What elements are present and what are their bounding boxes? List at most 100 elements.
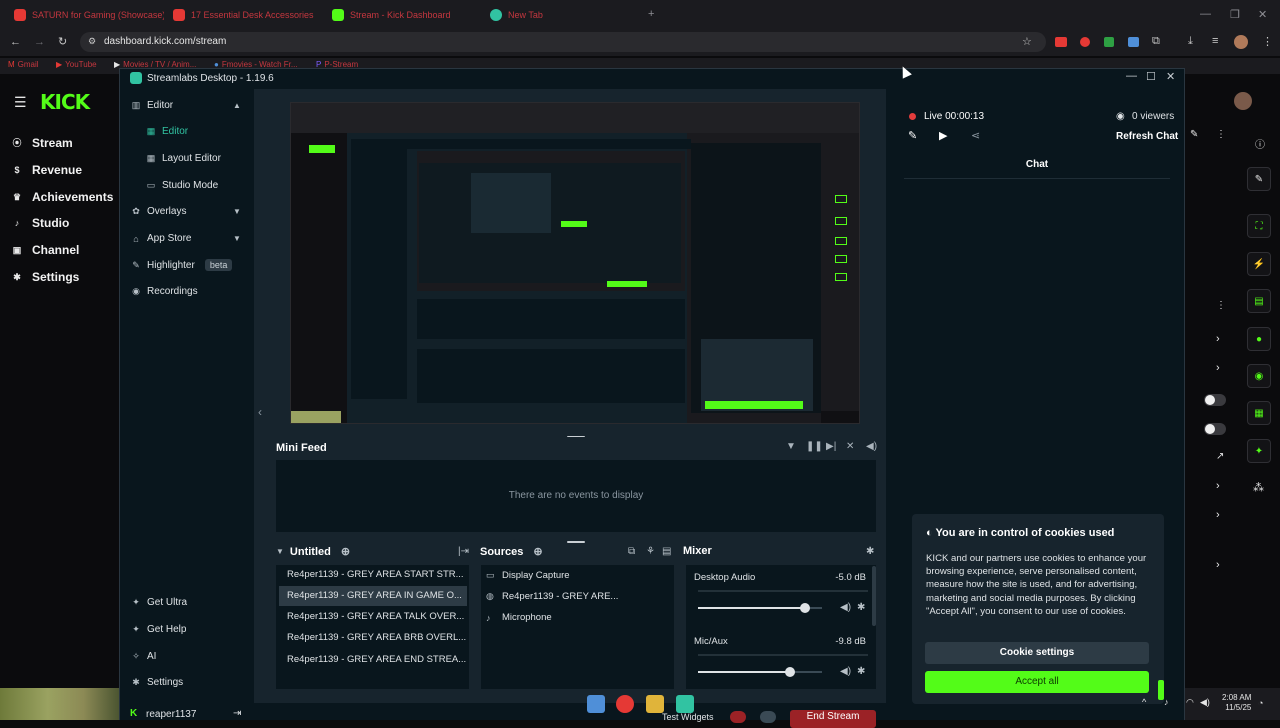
streamlabs-icon[interactable] [676,695,694,713]
gear-icon[interactable]: ✱ [857,602,865,613]
extension-icon[interactable] [1080,37,1090,47]
gear-icon[interactable]: ✱ [857,666,865,677]
group-icon[interactable]: ⚘ [646,546,655,557]
forward-icon[interactable]: → [34,36,45,48]
accept-all-button[interactable]: Accept all [925,671,1149,693]
kick-nav-settings[interactable]: ✱ Settings [12,270,79,284]
close-icon[interactable]: ✕ [1258,8,1267,21]
hamburger-icon[interactable]: ☰ [14,94,27,111]
broadcast-icon[interactable]: ◉ [1247,364,1271,388]
expand-icon[interactable]: ⛶ [1247,214,1271,238]
logout-icon[interactable]: ⇥ [233,708,241,719]
chevron-right-icon[interactable]: › [1216,559,1220,571]
scene-item[interactable]: Re4per1139 - GREY AREA TALK OVER... [279,607,467,627]
menu-icon[interactable]: ⋮ [1262,35,1273,48]
shield-icon[interactable] [1104,37,1114,47]
pencil-icon[interactable]: ✎ [1190,129,1198,140]
avatar[interactable] [1234,35,1248,49]
maximize-icon[interactable]: ❐ [1230,8,1240,21]
source-item[interactable]: ♪ Microphone [486,612,552,623]
kick-nav-studio[interactable]: ♪ Studio [12,216,70,230]
source-item[interactable]: ▭ Display Capture [486,570,570,581]
replay-button[interactable] [760,711,776,723]
refresh-chat-button[interactable]: Refresh Chat [1116,131,1178,142]
kick-logo[interactable]: KICK [40,90,90,114]
chart-icon[interactable]: ↗ [1216,451,1224,462]
nav-settings[interactable]: ✱ Settings [131,677,183,688]
resize-handle[interactable] [567,541,585,543]
minimize-icon[interactable]: — [1126,70,1137,82]
collapse-icon[interactable]: ▼ [276,547,284,556]
lightning-icon[interactable]: ⚡ [1247,252,1271,276]
browser-tab-4[interactable]: New Tab [490,6,630,24]
bookmark-gmail[interactable]: M Gmail [8,60,39,69]
info-icon[interactable]: ⓘ [1255,136,1265,151]
test-widgets-button[interactable]: Test Widgets [662,712,714,722]
nav-editor[interactable]: ▥ Editor ▲ [131,100,241,111]
puzzle-icon[interactable]: ⧉ [1152,35,1160,48]
add-source-icon[interactable]: ⊕ [533,545,542,558]
bookmark-youtube[interactable]: ▶ YouTube [56,60,97,69]
extension-icon[interactable] [1128,37,1139,47]
stream-preview[interactable] [290,102,860,424]
nav-recordings[interactable]: ◉ Recordings [131,286,198,297]
scene-item[interactable]: Re4per1139 - GREY AREA BRB OVERL... [279,628,467,648]
more-icon[interactable]: ⋮ [1216,129,1226,140]
minimize-icon[interactable]: — [1200,8,1211,20]
nav-editor-sub[interactable]: ▦ Editor [146,126,188,137]
end-stream-button[interactable]: End Stream [790,710,876,728]
kick-nav-channel[interactable]: ▣ Channel [12,243,80,257]
chrome-icon[interactable] [616,695,634,713]
back-icon[interactable]: ← [10,36,21,48]
mixer-scrollbar[interactable] [872,566,876,626]
filter-icon[interactable]: ▼ [786,441,796,452]
volume-icon[interactable]: ◀) [840,602,851,613]
wrench-icon[interactable]: ✦ [1247,439,1271,463]
wifi-icon[interactable]: ◠ [1186,697,1194,708]
extension-icon[interactable] [1055,37,1067,47]
new-tab-button[interactable]: + [648,8,654,20]
mute-icon[interactable]: ✕ [846,441,854,452]
copy-icon[interactable]: ⧉ [628,546,635,557]
reload-icon[interactable]: ↻ [58,35,67,48]
share-icon[interactable]: ⋖ [971,129,980,142]
volume-slider[interactable] [698,603,822,613]
nav-get-ultra[interactable]: ✦ Get Ultra [131,597,187,608]
document-icon[interactable]: ▤ [1247,289,1271,313]
kick-avatar[interactable] [1234,92,1252,110]
chevron-right-icon[interactable]: › [1216,333,1220,345]
volume-icon[interactable]: ◀) [840,666,851,677]
bookmark-star-icon[interactable]: ☆ [1022,35,1032,48]
layout-icon[interactable]: ▦ [1247,401,1271,425]
nav-ai[interactable]: ✧ AI [131,651,156,662]
chat-bubble-icon[interactable]: ● [1247,327,1271,351]
nav-get-help[interactable]: ✦ Get Help [131,624,186,635]
collapse-left-icon[interactable]: ‹ [258,405,262,419]
more-icon[interactable]: ⋮ [1216,300,1226,311]
kick-nav-revenue[interactable]: $ Revenue [12,163,82,177]
folder-icon[interactable] [646,695,664,713]
browser-tab-2[interactable]: 17 Essential Desk Accessories [173,6,323,24]
download-icon[interactable]: ⤓ [1188,35,1193,48]
volume-icon[interactable]: ◀) [866,441,877,452]
camera-icon[interactable]: ▶ [939,129,947,142]
share-icon[interactable]: ⁂ [1253,481,1264,494]
scene-item-selected[interactable]: Re4per1139 - GREY AREA IN GAME O... [279,586,467,606]
scene-item[interactable]: Re4per1139 - GREY AREA END STREA... [279,650,467,670]
source-item[interactable]: ◍ Re4per1139 - GREY ARE... [486,591,618,602]
nav-app-store[interactable]: ⌂ App Store ▼ [131,233,241,244]
add-scene-icon[interactable]: ⊕ [341,545,350,558]
record-button[interactable] [730,711,746,723]
mic-icon[interactable]: ♪ [1164,697,1169,707]
notification-icon[interactable]: ◔ [1258,698,1263,708]
chevron-right-icon[interactable]: › [1216,509,1220,521]
slider-knob[interactable] [799,603,810,613]
site-info-icon[interactable]: ⚙ [88,36,96,47]
chevron-up-icon[interactable]: ^ [1142,697,1146,707]
transition-icon[interactable]: |⇥ [458,546,469,557]
close-icon[interactable]: ✕ [1166,70,1175,83]
volume-icon[interactable]: ◀) [1200,697,1210,708]
nav-overlays[interactable]: ✿ Overlays ▼ [131,206,241,217]
pencil-icon[interactable]: ✎ [1247,167,1271,191]
toggle-switch[interactable] [1204,394,1226,406]
